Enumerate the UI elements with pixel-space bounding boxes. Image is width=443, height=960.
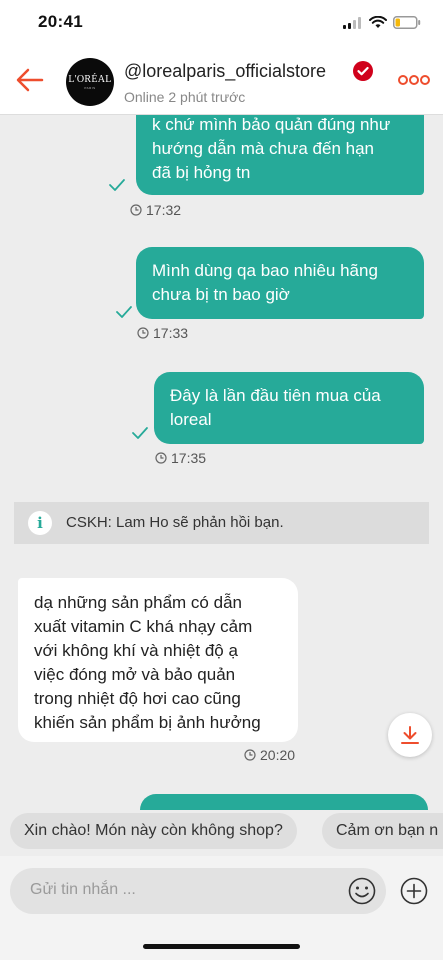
- back-arrow-icon[interactable]: [14, 64, 46, 96]
- clock-icon: [155, 452, 167, 464]
- message-line: Đây là lần đầu tiên mua của: [170, 386, 381, 405]
- info-icon: i: [28, 511, 52, 535]
- home-indicator: [143, 944, 300, 949]
- message-line: hướng dẫn mà chưa đến hạn: [152, 139, 375, 158]
- quick-replies-bar: Xin chào! Món này còn không shop? Cảm ơn…: [0, 810, 443, 856]
- status-time: 20:41: [38, 12, 83, 31]
- status-icons: [343, 16, 421, 29]
- message-time: 20:20: [244, 747, 295, 763]
- message-line: k chứ mình bảo quản đúng như: [152, 115, 391, 134]
- message-time: 17:35: [155, 450, 206, 466]
- message-input-placeholder: Gửi tin nhắn ...: [30, 881, 136, 898]
- message-time-text: 17:33: [153, 325, 189, 341]
- clock-icon: [137, 327, 149, 339]
- shop-name[interactable]: @lorealparis_officialstore: [124, 61, 326, 82]
- message-bubble-sent[interactable]: Đây là lần đầu tiên mua của loreal: [154, 372, 424, 444]
- message-line: đã bị hỏng tn: [152, 163, 251, 182]
- avatar-logo-text: L'ORÉAL: [68, 74, 112, 85]
- message-composer: Gửi tin nhắn ...: [0, 856, 443, 960]
- clock-icon: [244, 749, 256, 761]
- message-bubble-sent[interactable]: Mình dùng qa bao nhiêu hãng chưa bị tn b…: [136, 247, 424, 319]
- chat-messages[interactable]: k chứ mình bảo quản đúng như hướng dẫn m…: [0, 115, 443, 810]
- plus-icon[interactable]: [399, 876, 429, 906]
- message-bubble-sent[interactable]: [140, 794, 428, 810]
- message-time: 17:32: [130, 202, 181, 218]
- shop-avatar[interactable]: L'ORÉAL PARIS: [66, 58, 114, 106]
- system-notice: i CSKH: Lam Ho sẽ phản hồi bạn.: [14, 502, 429, 544]
- message-line: khiến sản phẩm bị ảnh hưởng: [34, 713, 261, 732]
- message-time-text: 17:32: [146, 202, 182, 218]
- message-input[interactable]: Gửi tin nhắn ...: [10, 868, 386, 914]
- download-arrow-icon: [401, 726, 419, 744]
- chat-header: L'ORÉAL PARIS @lorealparis_officialstore…: [0, 48, 443, 115]
- quick-reply-chip[interactable]: Xin chào! Món này còn không shop?: [10, 813, 297, 849]
- wifi-icon: [369, 16, 387, 28]
- sent-check-icon: [132, 427, 148, 439]
- quick-reply-chip[interactable]: Cảm ơn bạn n: [322, 813, 443, 849]
- status-bar: 20:41: [0, 0, 443, 48]
- message-line: xuất vitamin C khá nhạy cảm: [34, 617, 253, 636]
- message-time-text: 20:20: [260, 747, 296, 763]
- message-line: loreal: [170, 410, 212, 429]
- message-time: 17:33: [137, 325, 188, 341]
- message-line: việc đóng mở và bảo quản: [34, 665, 236, 684]
- avatar-logo-subtext: PARIS: [84, 86, 96, 90]
- battery-icon: [393, 16, 421, 29]
- message-bubble-sent[interactable]: k chứ mình bảo quản đúng như hướng dẫn m…: [136, 115, 424, 195]
- message-line: chưa bị tn bao giờ: [152, 285, 290, 304]
- verified-badge-icon: [353, 61, 373, 81]
- message-line: với không khí và nhiệt độ ạ: [34, 641, 238, 660]
- message-line: Mình dùng qa bao nhiêu hãng: [152, 261, 378, 280]
- message-line: dạ những sản phẩm có dẫn: [34, 593, 242, 612]
- message-line: trong nhiệt độ hơi cao cũng: [34, 689, 241, 708]
- sent-check-icon: [116, 306, 132, 318]
- online-status: Online 2 phút trước: [124, 89, 246, 105]
- signal-icon: [343, 16, 361, 29]
- scroll-to-bottom-button[interactable]: [388, 713, 432, 757]
- emoji-icon[interactable]: [347, 876, 377, 906]
- more-options-icon[interactable]: [397, 70, 431, 90]
- message-time-text: 17:35: [171, 450, 207, 466]
- sent-check-icon: [109, 179, 125, 191]
- notice-text: CSKH: Lam Ho sẽ phản hồi bạn.: [66, 514, 284, 531]
- message-bubble-received[interactable]: dạ những sản phẩm có dẫn xuất vitamin C …: [18, 578, 298, 742]
- clock-icon: [130, 204, 142, 216]
